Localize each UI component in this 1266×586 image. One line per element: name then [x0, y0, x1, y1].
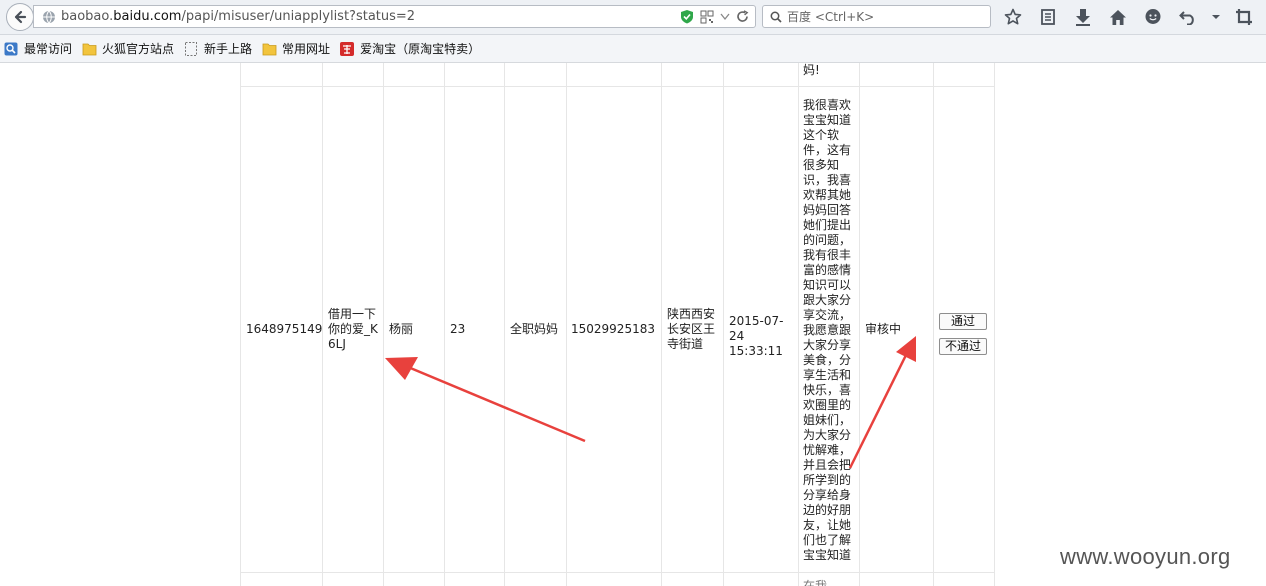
url-text: baobao.baidu.com/papi/misuser/uniapplyli… — [61, 9, 416, 24]
bookmark-ai-taobao[interactable]: 爱淘宝（原淘宝特卖） — [340, 40, 480, 57]
taobao-icon — [340, 41, 355, 56]
reading-list-icon[interactable] — [1035, 6, 1061, 28]
reload-icon[interactable] — [736, 10, 749, 23]
menu-dropdown-icon[interactable] — [1210, 6, 1222, 28]
globe-icon — [43, 10, 55, 23]
bookmark-getting-started[interactable]: 新手上路 — [184, 40, 252, 57]
folder-icon — [262, 43, 277, 55]
browser-toolbar: baobao.baidu.com/papi/misuser/uniapplyli… — [0, 0, 1266, 35]
crop-icon[interactable] — [1231, 6, 1257, 28]
search-icon — [770, 11, 782, 23]
bookmark-firefox-site[interactable]: 火狐官方站点 — [82, 40, 174, 57]
page-content: 妈! 1648975149 借用一下你的爱_K6LJ 杨丽 23 全职妈妈 15… — [0, 63, 1266, 586]
dropdown-arrow-icon[interactable] — [720, 13, 730, 21]
search-bar[interactable]: 百度 <Ctrl+K> — [762, 5, 991, 28]
folder-icon — [82, 43, 97, 55]
arrow-to-nickname-icon — [385, 357, 586, 443]
arrow-to-status-icon — [848, 336, 916, 469]
download-icon[interactable] — [1070, 6, 1096, 28]
shield-icon[interactable] — [680, 9, 694, 24]
back-button[interactable] — [6, 3, 34, 31]
back-arrow-icon — [14, 10, 27, 24]
bookmarks-bar: 最常访问 火狐官方站点 新手上路 常用网址 爱淘宝（原淘宝特卖） — [0, 35, 1266, 63]
bookmark-common-sites[interactable]: 常用网址 — [262, 40, 330, 57]
address-bar[interactable]: baobao.baidu.com/papi/misuser/uniapplyli… — [33, 5, 756, 28]
watermark: www.wooyun.org — [1060, 544, 1231, 569]
search-placeholder: 百度 <Ctrl+K> — [787, 10, 875, 24]
undo-icon[interactable] — [1175, 6, 1201, 28]
search-bookmark-icon — [4, 42, 18, 55]
home-icon[interactable] — [1105, 6, 1131, 28]
annotation-arrows — [385, 336, 916, 469]
bookmark-most-visited[interactable]: 最常访问 — [4, 40, 72, 57]
chat-face-icon[interactable] — [1140, 6, 1166, 28]
qrcode-icon[interactable] — [700, 10, 714, 24]
dashed-page-icon — [185, 41, 198, 56]
bookmark-star-icon[interactable] — [1000, 6, 1026, 28]
